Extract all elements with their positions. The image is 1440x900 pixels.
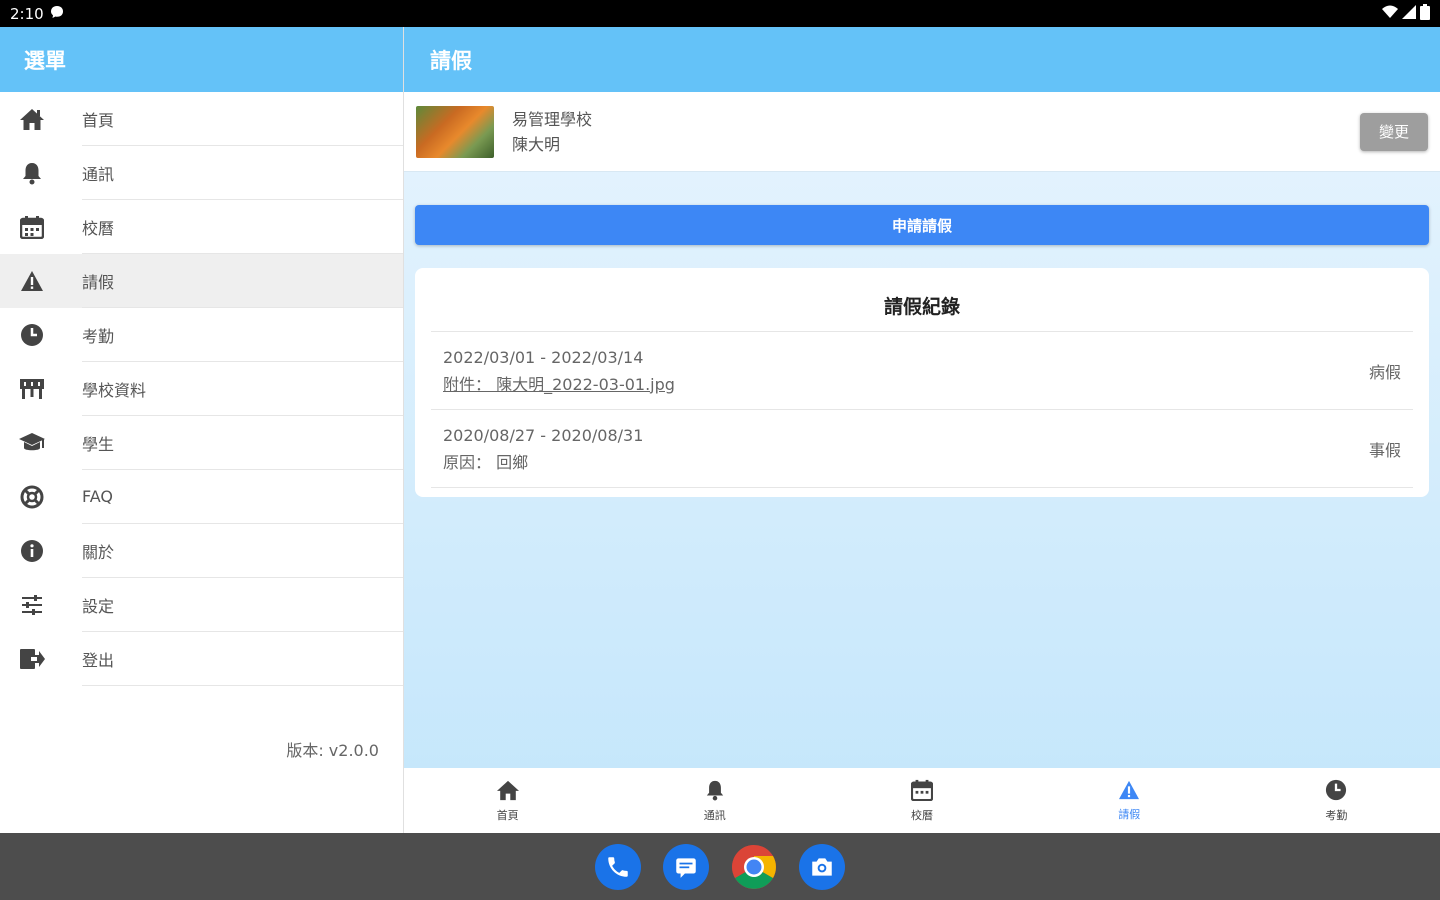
navigation-drawer: 選單 首頁 通訊 校曆 請假 考勤 學校資料 學生 FAQ 關於 設定 登出 版… — [0, 27, 404, 833]
sidebar-item-students[interactable]: 學生 — [0, 416, 403, 470]
bell-icon — [0, 161, 64, 185]
sidebar-item-logout[interactable]: 登出 — [0, 632, 403, 686]
sidebar-item-label: 登出 — [82, 632, 403, 686]
battery-icon — [1420, 3, 1430, 24]
sidebar-item-label: 請假 — [82, 254, 403, 308]
wifi-icon — [1382, 5, 1398, 23]
info-icon — [0, 539, 64, 563]
change-student-button[interactable]: 變更 — [1360, 112, 1428, 151]
apply-leave-button[interactable]: 申請請假 — [415, 205, 1429, 245]
calendar-icon — [910, 779, 934, 804]
home-icon — [496, 779, 520, 804]
leave-dates: 2020/08/27 - 2020/08/31 — [443, 425, 644, 445]
warning-icon — [1118, 780, 1140, 803]
sidebar-item-label: 通訊 — [82, 146, 403, 200]
tab-notices[interactable]: 通訊 — [611, 768, 818, 833]
school-name: 易管理學校 — [512, 109, 593, 129]
clock-icon — [1325, 779, 1347, 804]
leave-type: 事假 — [1368, 440, 1401, 460]
sidebar-item-attendance[interactable]: 考勤 — [0, 308, 403, 362]
tab-label: 校曆 — [911, 808, 933, 822]
list-item[interactable]: 2022/03/01 - 2022/03/14 附件： 陳大明_2022-03-… — [431, 332, 1413, 410]
sidebar-item-label: 校曆 — [82, 200, 403, 254]
sidebar-item-school-info[interactable]: 學校資料 — [0, 362, 403, 416]
app-version: 版本: v2.0.0 — [286, 741, 379, 760]
sidebar-item-settings[interactable]: 設定 — [0, 578, 403, 632]
attachment-link[interactable]: 附件： 陳大明_2022-03-01.jpg — [443, 371, 675, 398]
bell-icon — [705, 779, 725, 804]
leave-reason: 原因： 回鄉 — [443, 452, 529, 472]
leave-records-card: 請假紀錄 2022/03/01 - 2022/03/14 附件： 陳大明_202… — [415, 268, 1429, 497]
logout-icon — [0, 648, 64, 670]
tab-label: 考勤 — [1325, 808, 1348, 822]
camera-icon[interactable] — [799, 843, 845, 890]
drawer-menu: 首頁 通訊 校曆 請假 考勤 學校資料 學生 FAQ 關於 設定 登出 — [0, 92, 403, 686]
calendar-icon — [0, 215, 64, 239]
student-name: 陳大明 — [512, 134, 561, 154]
list-item[interactable]: 2020/08/27 - 2020/08/31 原因： 回鄉 事假 — [431, 410, 1413, 488]
sidebar-item-label: 關於 — [82, 524, 403, 578]
sidebar-item-label: 學校資料 — [82, 362, 403, 416]
sidebar-item-calendar[interactable]: 校曆 — [0, 200, 403, 254]
lifebuoy-icon — [0, 485, 64, 509]
sliders-icon — [0, 594, 64, 616]
tab-home[interactable]: 首頁 — [404, 768, 611, 833]
student-profile-bar: 易管理學校 陳大明 變更 — [404, 92, 1440, 172]
graduation-cap-icon — [0, 432, 64, 454]
tab-label: 請假 — [1118, 807, 1141, 821]
system-dock — [0, 833, 1440, 900]
bottom-navigation: 首頁 通訊 校曆 請假 考勤 — [404, 768, 1440, 833]
page-title: 請假 — [404, 27, 1440, 92]
drawer-title: 選單 — [0, 27, 403, 92]
main-panel: 請假 易管理學校 陳大明 變更 申請請假 請假紀錄 2022/03/01 - 2… — [404, 27, 1440, 833]
home-icon — [0, 107, 64, 131]
records-title: 請假紀錄 — [431, 268, 1413, 332]
clock-icon — [0, 323, 64, 347]
message-notification-icon — [50, 5, 64, 23]
profile-text: 易管理學校 陳大明 — [512, 107, 592, 157]
tab-label: 通訊 — [703, 808, 726, 822]
sidebar-item-notices[interactable]: 通訊 — [0, 146, 403, 200]
warning-icon — [0, 270, 64, 292]
status-bar: 2:10 — [0, 0, 1440, 27]
school-icon — [0, 378, 64, 400]
school-thumbnail — [416, 105, 494, 158]
sidebar-item-leave[interactable]: 請假 — [0, 254, 403, 308]
tab-label: 首頁 — [496, 808, 519, 822]
sidebar-item-label: 學生 — [82, 416, 403, 470]
sidebar-item-about[interactable]: 關於 — [0, 524, 403, 578]
leave-type: 病假 — [1368, 362, 1401, 382]
messages-icon[interactable] — [663, 843, 709, 890]
cell-signal-icon — [1402, 4, 1416, 23]
sidebar-item-label: 首頁 — [82, 92, 403, 146]
tab-calendar[interactable]: 校曆 — [818, 768, 1025, 833]
status-time: 2:10 — [10, 4, 44, 23]
chrome-icon[interactable] — [731, 844, 777, 890]
leave-dates: 2022/03/01 - 2022/03/14 — [443, 347, 644, 367]
tab-leave[interactable]: 請假 — [1026, 768, 1233, 833]
tab-attendance[interactable]: 考勤 — [1233, 768, 1440, 833]
phone-icon[interactable] — [595, 843, 641, 890]
sidebar-item-label: FAQ — [82, 470, 403, 524]
sidebar-item-faq[interactable]: FAQ — [0, 470, 403, 524]
sidebar-item-home[interactable]: 首頁 — [0, 92, 403, 146]
sidebar-item-label: 考勤 — [82, 308, 403, 362]
sidebar-item-label: 設定 — [82, 578, 403, 632]
